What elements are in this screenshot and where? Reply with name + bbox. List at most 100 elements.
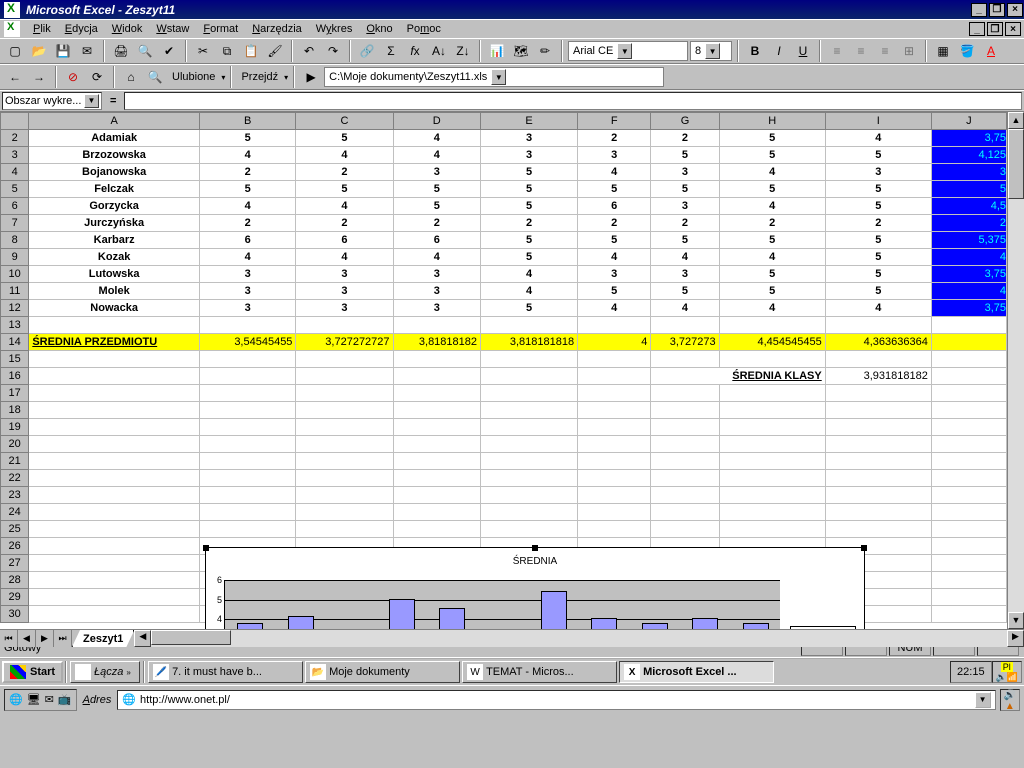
refresh-icon[interactable]: ⟳ — [86, 66, 108, 88]
vertical-scrollbar[interactable]: ▲▼ — [1007, 112, 1024, 629]
tab-first-icon[interactable]: ⏮ — [0, 630, 18, 647]
menu-wstaw[interactable]: Wstaw — [149, 21, 196, 37]
menu-pomoc[interactable]: Pomoc — [400, 21, 448, 37]
home-icon[interactable]: ⌂ — [120, 66, 142, 88]
go-icon[interactable]: ▶ — [300, 66, 322, 88]
col-D[interactable]: D — [393, 113, 480, 130]
tray-right-2[interactable]: 🔊▲ — [1000, 689, 1020, 711]
row-4[interactable]: 4 — [1, 164, 29, 181]
menu-plik[interactable]: Plik — [26, 21, 58, 37]
copy-icon[interactable]: ⧉ — [216, 40, 238, 62]
align-left-icon[interactable]: ≡ — [826, 40, 848, 62]
menu-format[interactable]: Format — [196, 21, 245, 37]
start-button[interactable]: Start — [2, 661, 63, 683]
cut-icon[interactable]: ✂ — [192, 40, 214, 62]
col-E[interactable]: E — [481, 113, 578, 130]
sort-desc-icon[interactable]: Z↓ — [452, 40, 474, 62]
name-box[interactable]: Obszar wykre...▼ — [2, 92, 102, 110]
row-24[interactable]: 24 — [1, 504, 29, 521]
row-16[interactable]: 16 — [1, 368, 29, 385]
path-combo[interactable]: C:\Moje dokumenty\Zeszyt11.xls▼ — [324, 67, 664, 87]
bold-icon[interactable]: B — [744, 40, 766, 62]
minimize-button[interactable]: _ — [971, 3, 987, 17]
borders-icon[interactable]: ▦ — [932, 40, 954, 62]
open-icon[interactable]: 📂 — [28, 40, 50, 62]
row-30[interactable]: 30 — [1, 606, 29, 623]
row-15[interactable]: 15 — [1, 351, 29, 368]
mdi-close-button[interactable]: × — [1005, 22, 1021, 36]
row-25[interactable]: 25 — [1, 521, 29, 538]
close-button[interactable]: × — [1007, 3, 1023, 17]
channels-icon[interactable]: 📺 — [58, 693, 72, 706]
tab-last-icon[interactable]: ⏭ — [54, 630, 72, 647]
stop-icon[interactable]: ⊘ — [62, 66, 84, 88]
row-23[interactable]: 23 — [1, 487, 29, 504]
col-G[interactable]: G — [651, 113, 719, 130]
row-17[interactable]: 17 — [1, 385, 29, 402]
drawing-toggle-icon[interactable]: ✏ — [534, 40, 556, 62]
row-29[interactable]: 29 — [1, 589, 29, 606]
row-2[interactable]: 2 — [1, 130, 29, 147]
row-6[interactable]: 6 — [1, 198, 29, 215]
col-I[interactable]: I — [825, 113, 931, 130]
underline-icon[interactable]: U — [792, 40, 814, 62]
desktop-icon[interactable]: 🖥 — [27, 693, 41, 706]
menu-wykres[interactable]: Wykres — [309, 21, 360, 37]
search-web-icon[interactable]: 🔍 — [144, 66, 166, 88]
favorites-label[interactable]: Ulubione — [168, 71, 219, 83]
mail-icon[interactable]: ✉ — [76, 40, 98, 62]
forward-icon[interactable]: → — [28, 66, 50, 88]
row-22[interactable]: 22 — [1, 470, 29, 487]
align-center-icon[interactable]: ≡ — [850, 40, 872, 62]
mdi-restore-button[interactable]: ❐ — [987, 22, 1003, 36]
new-icon[interactable]: ▢ — [4, 40, 26, 62]
autosum-icon[interactable]: Σ — [380, 40, 402, 62]
row-27[interactable]: 27 — [1, 555, 29, 572]
go-label[interactable]: Przejdź — [237, 71, 282, 83]
font-name-combo[interactable]: Arial CE▼ — [568, 41, 688, 61]
save-icon[interactable]: 💾 — [52, 40, 74, 62]
horizontal-scrollbar[interactable]: ◀▶ — [134, 630, 1024, 647]
address-input[interactable]: 🌐 http://www.onet.pl/ ▼ — [117, 690, 995, 710]
row-14[interactable]: 14 — [1, 334, 29, 351]
preview-icon[interactable]: 🔍 — [134, 40, 156, 62]
undo-icon[interactable]: ↶ — [298, 40, 320, 62]
font-size-combo[interactable]: 8▼ — [690, 41, 732, 61]
row-5[interactable]: 5 — [1, 181, 29, 198]
menu-narzędzia[interactable]: Narzędzia — [245, 21, 309, 37]
mdi-minimize-button[interactable]: _ — [969, 22, 985, 36]
tray-extra[interactable]: Pl 🔊📶 — [992, 661, 1022, 683]
ie-icon[interactable]: 🌐 — [9, 693, 23, 706]
task-4[interactable]: XMicrosoft Excel ... — [619, 661, 774, 683]
row-28[interactable]: 28 — [1, 572, 29, 589]
tab-prev-icon[interactable]: ◀ — [18, 630, 36, 647]
col-H[interactable]: H — [719, 113, 825, 130]
print-icon[interactable]: 🖨 — [110, 40, 132, 62]
col-C[interactable]: C — [296, 113, 393, 130]
task-1[interactable]: 🖊️7. it must have b... — [148, 661, 303, 683]
row-10[interactable]: 10 — [1, 266, 29, 283]
tab-next-icon[interactable]: ▶ — [36, 630, 54, 647]
menu-widok[interactable]: Widok — [105, 21, 150, 37]
row-11[interactable]: 11 — [1, 283, 29, 300]
formula-input[interactable] — [124, 92, 1022, 110]
sort-asc-icon[interactable]: A↓ — [428, 40, 450, 62]
outlook-icon[interactable]: ✉ — [45, 693, 54, 706]
row-21[interactable]: 21 — [1, 453, 29, 470]
paste-icon[interactable]: 📋 — [240, 40, 262, 62]
hyperlink-icon[interactable]: 🔗 — [356, 40, 378, 62]
row-3[interactable]: 3 — [1, 147, 29, 164]
menu-okno[interactable]: Okno — [359, 21, 399, 37]
row-13[interactable]: 13 — [1, 317, 29, 334]
map-icon[interactable]: 🗺 — [510, 40, 532, 62]
row-7[interactable]: 7 — [1, 215, 29, 232]
col-A[interactable]: A — [29, 113, 200, 130]
row-18[interactable]: 18 — [1, 402, 29, 419]
row-12[interactable]: 12 — [1, 300, 29, 317]
restore-button[interactable]: ❐ — [989, 3, 1005, 17]
system-tray[interactable]: 22:15 — [950, 661, 992, 683]
italic-icon[interactable]: I — [768, 40, 790, 62]
col-J[interactable]: J — [931, 113, 1006, 130]
format-painter-icon[interactable]: 🖌 — [264, 40, 286, 62]
back-icon[interactable]: ← — [4, 66, 26, 88]
